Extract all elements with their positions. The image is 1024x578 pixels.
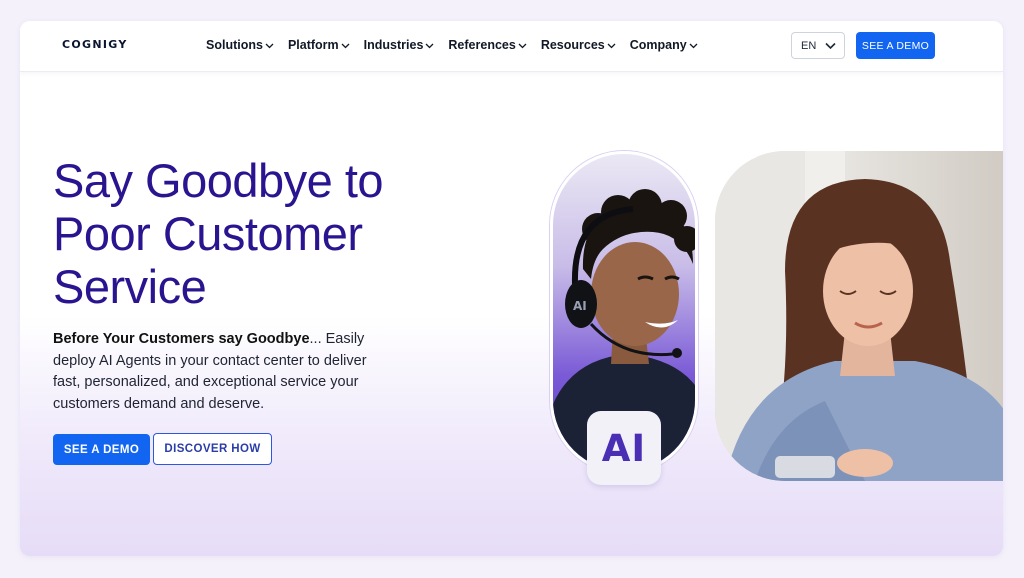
hero-description-bold: Before Your Customers say Goodbye	[53, 331, 310, 347]
chevron-down-icon	[689, 38, 698, 52]
language-value: EN	[801, 39, 817, 52]
hero-description: Before Your Customers say Goodbye... Eas…	[53, 329, 393, 415]
nav-item-label: Industries	[363, 38, 424, 52]
nav-item-resources[interactable]: Resources	[541, 38, 616, 52]
ai-badge: AI	[587, 411, 661, 485]
nav-item-label: Solutions	[206, 38, 263, 52]
nav-item-label: Platform	[287, 38, 339, 52]
nav-item-label: Resources	[540, 38, 605, 52]
chevron-down-icon	[518, 38, 527, 52]
top-navbar: COGNIGY Solutions Platform Industries Re…	[20, 21, 1003, 72]
nav-item-references[interactable]: References	[448, 38, 527, 52]
nav-item-industries[interactable]: Industries	[364, 38, 435, 52]
hero-title: Say Goodbye to Poor Customer Service	[53, 154, 384, 313]
cognigy-logo[interactable]: COGNIGY	[62, 38, 128, 51]
customer-photo	[715, 151, 1003, 481]
nav-item-company[interactable]: Company	[630, 38, 698, 52]
nav-item-solutions[interactable]: Solutions	[206, 38, 274, 52]
language-select[interactable]: EN	[791, 32, 845, 59]
customer-illustration	[715, 151, 1003, 481]
chevron-down-icon	[607, 38, 616, 52]
chevron-down-icon	[265, 38, 274, 52]
nav-see-demo-button[interactable]: SEE A DEMO	[856, 32, 935, 59]
browser-frame: COGNIGY Solutions Platform Industries Re…	[20, 21, 1003, 556]
chevron-down-icon	[341, 38, 350, 52]
chevron-down-icon	[425, 38, 434, 52]
chevron-down-icon	[825, 41, 836, 53]
nav-item-label: Company	[629, 38, 687, 52]
nav-item-platform[interactable]: Platform	[288, 38, 350, 52]
discover-how-button[interactable]: DISCOVER HOW	[153, 433, 272, 465]
nav-item-label: References	[448, 38, 516, 52]
svg-text:AI: AI	[573, 299, 587, 313]
see-demo-button[interactable]: SEE A DEMO	[53, 434, 150, 465]
nav-links: Solutions Platform Industries References…	[206, 38, 712, 52]
